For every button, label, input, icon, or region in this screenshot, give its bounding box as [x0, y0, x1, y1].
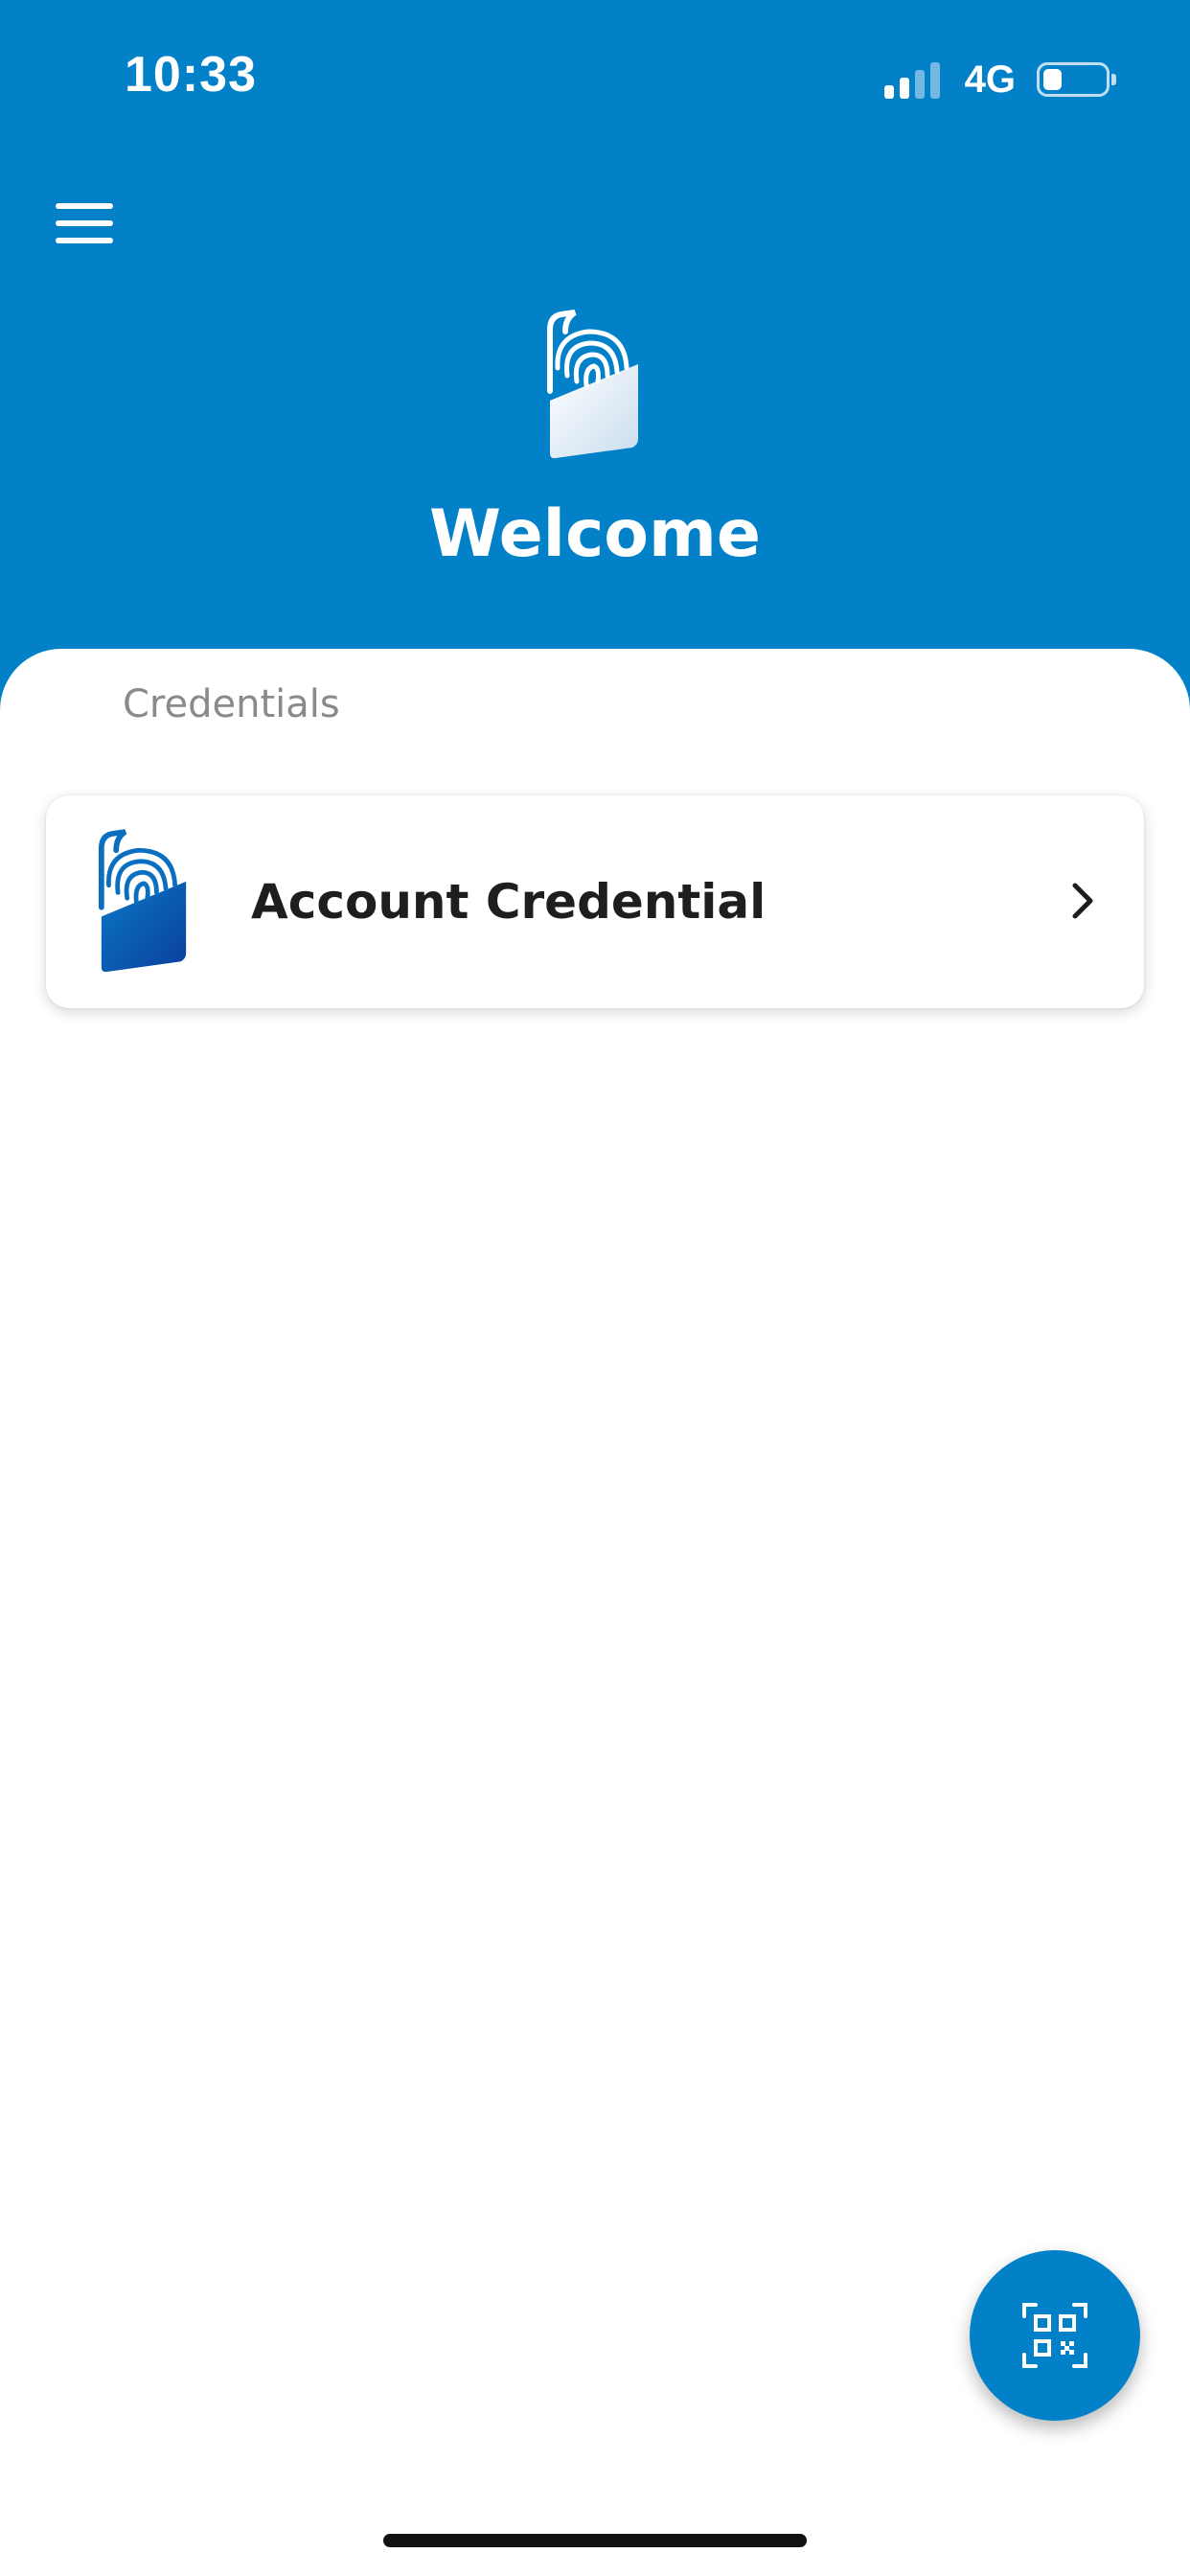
status-indicators: 4G [883, 56, 1116, 104]
qr-scan-button[interactable] [970, 2250, 1140, 2421]
home-indicator[interactable] [383, 2534, 807, 2547]
section-label: Credentials [123, 682, 340, 726]
app-screen: 10:33 4G Welcome Credentials Account Cre… [0, 0, 1190, 2576]
battery-level [1043, 69, 1062, 90]
header-banner: 10:33 4G Welcome [0, 0, 1190, 728]
qr-scan-icon [1022, 2303, 1087, 2368]
battery-terminal [1111, 74, 1116, 85]
battery-icon [1037, 62, 1116, 97]
network-type: 4G [964, 58, 1016, 101]
hamburger-menu-icon[interactable] [50, 203, 119, 255]
fingerprint-wallet-icon [98, 829, 187, 973]
page-title: Welcome [428, 496, 761, 572]
status-time: 10:33 [125, 47, 257, 103]
chevron-right-icon [1072, 883, 1093, 919]
signal-bar [929, 62, 940, 99]
fingerprint-wallet-icon [547, 310, 638, 459]
signal-bar [914, 70, 925, 99]
signal-bar [899, 78, 909, 99]
credential-card[interactable]: Account Credential [46, 795, 1144, 1008]
signal-bar [883, 85, 894, 99]
signal-strength-icon [883, 60, 946, 99]
credential-title: Account Credential [251, 874, 767, 930]
